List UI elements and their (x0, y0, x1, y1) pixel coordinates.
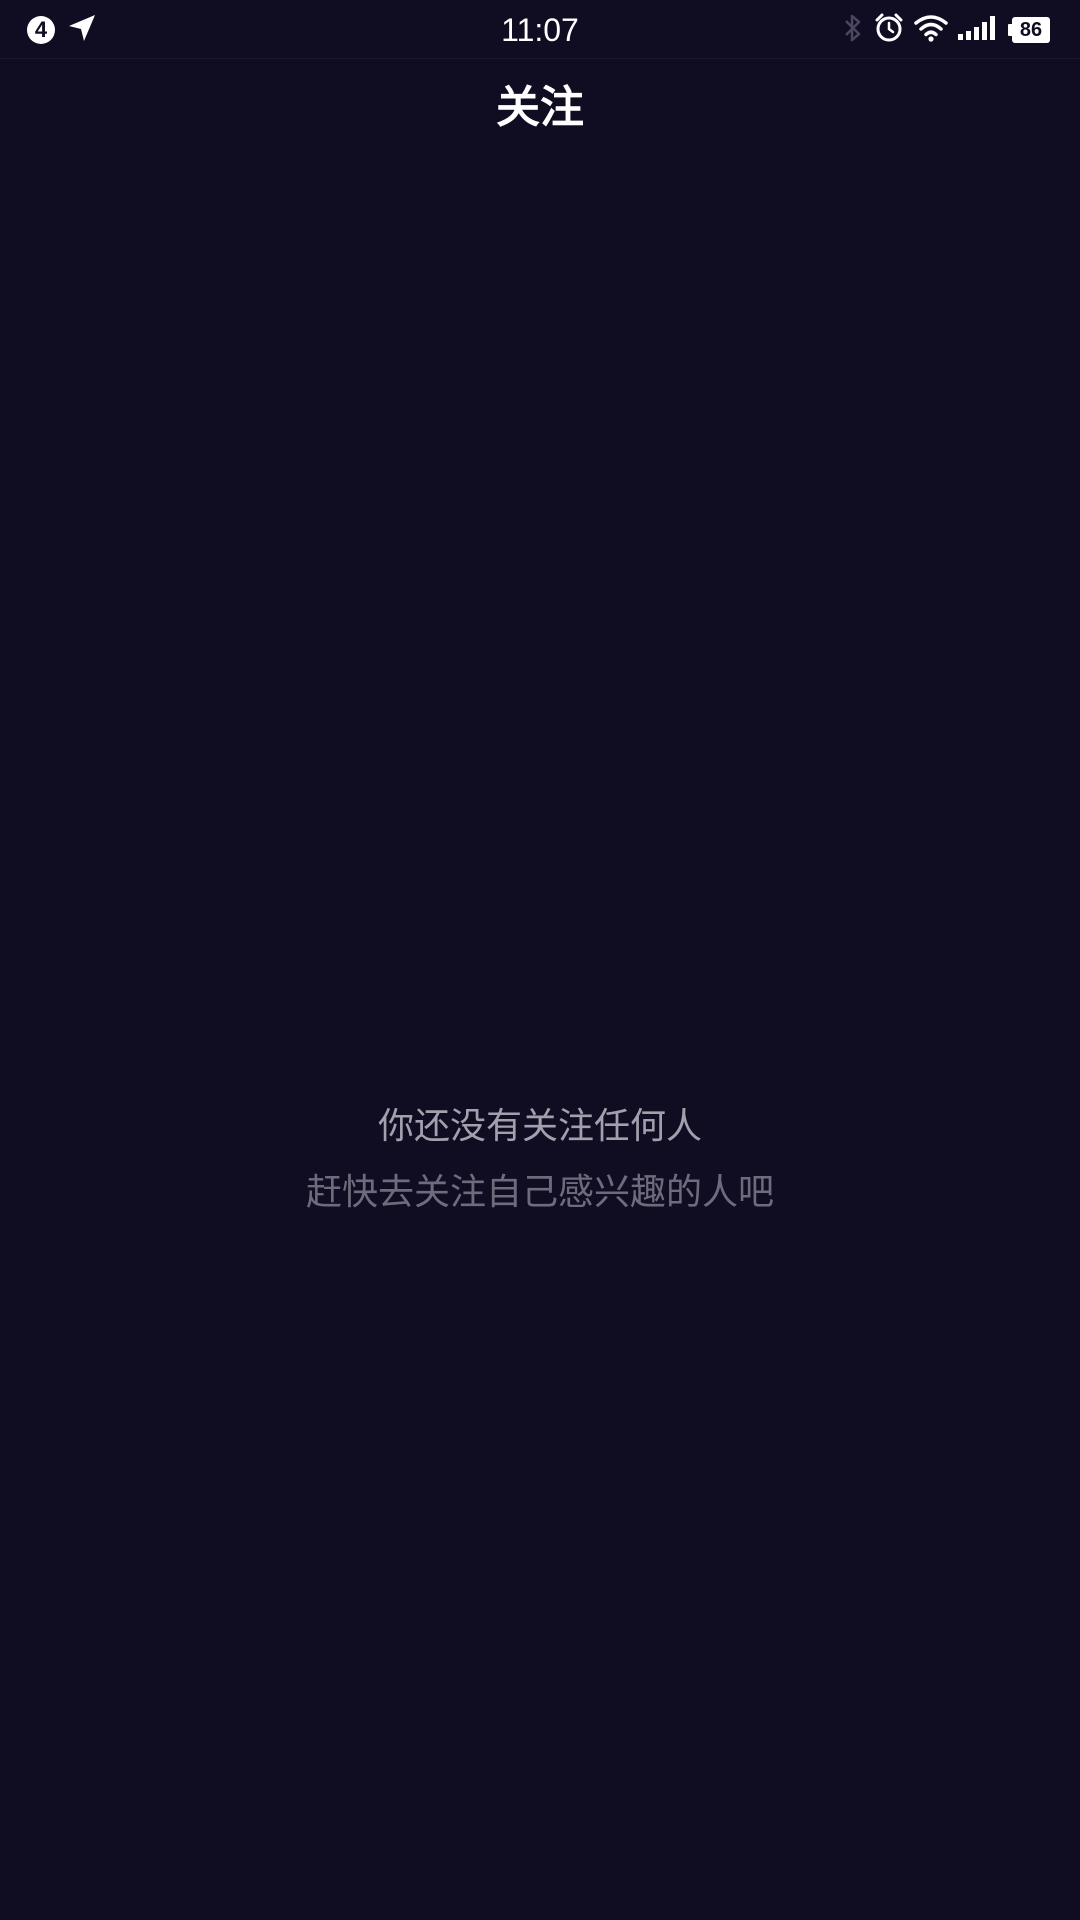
page-title: 关注 (496, 82, 584, 133)
app-screen: 4 11:07 86 关注 你还没有关注任何人 赶快去关注自己感兴趣的人吧 (0, 0, 1080, 1920)
wifi-icon (914, 14, 948, 46)
bluetooth-icon (842, 13, 864, 47)
status-bar: 4 11:07 86 (0, 0, 1080, 59)
alarm-icon (874, 13, 904, 47)
empty-state-title: 你还没有关注任何人 (377, 1106, 702, 1147)
battery-level: 86 (1012, 17, 1050, 43)
signal-icon (958, 15, 998, 45)
empty-state-subtitle: 赶快去关注自己感兴趣的人吧 (305, 1172, 774, 1213)
empty-state: 你还没有关注任何人 赶快去关注自己感兴趣的人吧 (0, 1100, 1080, 1220)
status-right: 86 (842, 13, 1050, 47)
battery-icon: 86 (1008, 17, 1050, 43)
